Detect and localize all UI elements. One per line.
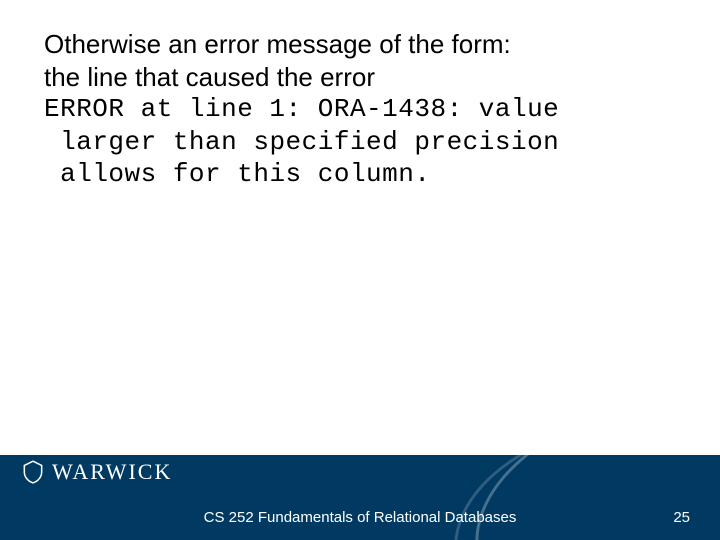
page-number: 25 [673, 509, 690, 526]
course-title: CS 252 Fundamentals of Relational Databa… [0, 509, 720, 526]
slide-body: Otherwise an error message of the form: … [44, 28, 676, 191]
body-line-2: the line that caused the error [44, 61, 676, 94]
logo-text: WARWICK [52, 459, 172, 485]
university-logo: WARWICK [20, 459, 172, 485]
slide-footer: WARWICK CS 252 Fundamentals of Relationa… [0, 455, 720, 540]
error-code-block: ERROR at line 1: ORA-1438: value larger … [44, 93, 676, 191]
crest-icon [20, 459, 46, 485]
decorative-arc-2 [450, 455, 720, 540]
body-line-1: Otherwise an error message of the form: [44, 28, 676, 61]
